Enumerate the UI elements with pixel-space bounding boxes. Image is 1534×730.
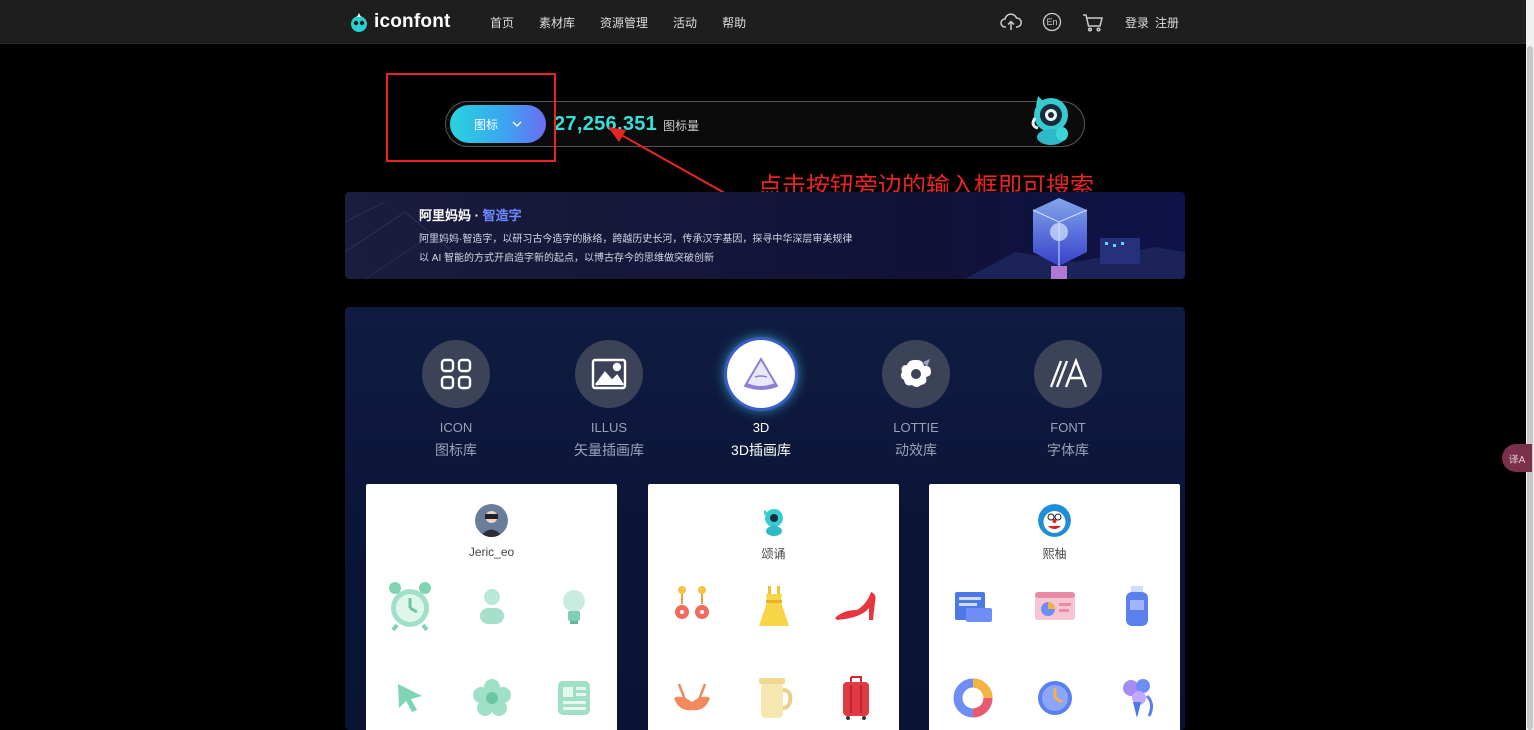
banner-title: 阿里妈妈 · 智造字 [419,205,522,224]
bouquet-icon[interactable] [1111,672,1163,724]
alarm-clock-icon[interactable] [384,580,436,632]
category-cn-label: 3D插画库 [731,442,791,458]
category-en-label: 3D [752,420,770,435]
logo-text: iconfont [374,11,451,32]
cart-icon[interactable] [1082,11,1104,33]
category-icon[interactable]: ICON 图标库 [401,340,511,460]
library-section: ICON 图标库 ILLUS 矢量插画库 3D 3D插画库 LOTTIE 动效库… [345,307,1185,730]
suitcase-icon[interactable] [830,672,882,724]
avatar[interactable] [1038,504,1071,537]
nav-link-help[interactable]: 帮助 [722,14,746,31]
language-label: En [1046,17,1058,27]
dashboard-window-icon[interactable] [1029,580,1081,632]
lightbulb-icon[interactable] [548,580,600,632]
category-cn-label: 矢量插画库 [574,442,644,458]
nav-link-activity[interactable]: 活动 [673,14,697,31]
translate-label: 译A [1508,454,1526,466]
nav-link-resources[interactable]: 资源管理 [600,14,648,31]
lottie-icon [882,340,950,408]
logo[interactable]: iconfont [348,10,451,34]
category-lottie[interactable]: LOTTIE 动效库 [861,340,971,460]
image-icon [575,340,643,408]
avatar[interactable] [475,504,508,537]
category-en-label: LOTTIE [893,420,939,435]
ai-cube-illustration-icon [965,198,1185,279]
promo-banner[interactable]: 阿里妈妈 · 智造字 阿里妈妈·智造字，以研习古今造字的脉络，跨越历史长河，传承… [345,192,1185,279]
iconfont-logo-icon [351,13,367,32]
category-cn-label: 字体库 [1047,442,1089,458]
register-link[interactable]: 注册 [1155,14,1179,31]
upload-cloud-icon[interactable] [1000,11,1022,33]
banner-title-main: 阿里妈妈 · [419,208,483,223]
nav-link-home[interactable]: 首页 [490,14,514,31]
dress-icon[interactable] [748,580,800,632]
donut-chart-icon[interactable] [947,672,999,724]
page: iconfont 首页 素材库 资源管理 活动 帮助 En 登录 注册 图标 2… [0,0,1534,730]
flower-icon[interactable] [466,672,518,724]
top-nav: iconfont 首页 素材库 资源管理 活动 帮助 En 登录 注册 [0,0,1526,44]
main-menu: 首页 素材库 资源管理 活动 帮助 [490,14,746,31]
scrollbar-track[interactable] [1526,0,1534,730]
category-font[interactable]: FONT 字体库 [1013,340,1123,460]
translate-icon[interactable]: 译A [1502,444,1532,472]
creator-name[interactable]: Jeric_eo [366,545,617,559]
category-cn-label: 图标库 [435,442,477,458]
banner-description-line2: 以 AI 智能的方式开启造字新的起点，以博古存今的思维做突破创新 [419,253,715,264]
category-en-label: ILLUS [590,420,628,435]
clock-icon[interactable] [1029,672,1081,724]
category-cn-label: 动效库 [895,442,937,458]
language-en-icon[interactable]: En [1041,11,1063,33]
creator-name[interactable]: 颂诵 [648,545,899,562]
creator-card[interactable]: Jeric_eo [366,484,617,730]
annotation-highlight-box [386,73,556,162]
nav-link-library[interactable]: 素材库 [539,14,575,31]
creator-card[interactable]: 熙柚 [929,484,1180,730]
login-link[interactable]: 登录 [1125,14,1149,31]
person-icon[interactable] [466,580,518,632]
nav-actions: En 登录 注册 [1000,11,1179,33]
earrings-icon[interactable] [666,580,718,632]
category-illus[interactable]: ILLUS 矢量插画库 [554,340,664,460]
grid-icon [422,340,490,408]
cursor-arrow-icon[interactable] [384,672,436,724]
creator-name[interactable]: 熙柚 [929,545,1180,562]
auth-links: 登录 注册 [1125,14,1179,31]
folder-docs-icon[interactable] [947,580,999,632]
avatar[interactable] [757,504,790,537]
category-en-label: ICON [439,420,473,435]
creator-card[interactable]: 颂诵 [648,484,899,730]
kettle-icon[interactable] [748,672,800,724]
newspaper-icon[interactable] [548,672,600,724]
mascot-robot-icon [1031,96,1068,145]
high-heel-icon[interactable] [830,580,882,632]
bottle-icon[interactable] [1111,580,1163,632]
banner-title-highlight: 智造字 [482,208,522,223]
bikini-top-icon[interactable] [666,672,718,724]
banner-description-line1: 阿里妈妈·智造字，以研习古今造字的脉络，跨越历史长河，传承汉字基因，探寻中华深层… [419,234,853,245]
scrollbar-thumb[interactable] [1527,46,1533,730]
category-3d[interactable]: 3D 3D插画库 [706,340,816,460]
category-en-label: FONT [1050,420,1086,435]
cone-3d-icon [727,340,795,408]
font-a-icon [1034,340,1102,408]
